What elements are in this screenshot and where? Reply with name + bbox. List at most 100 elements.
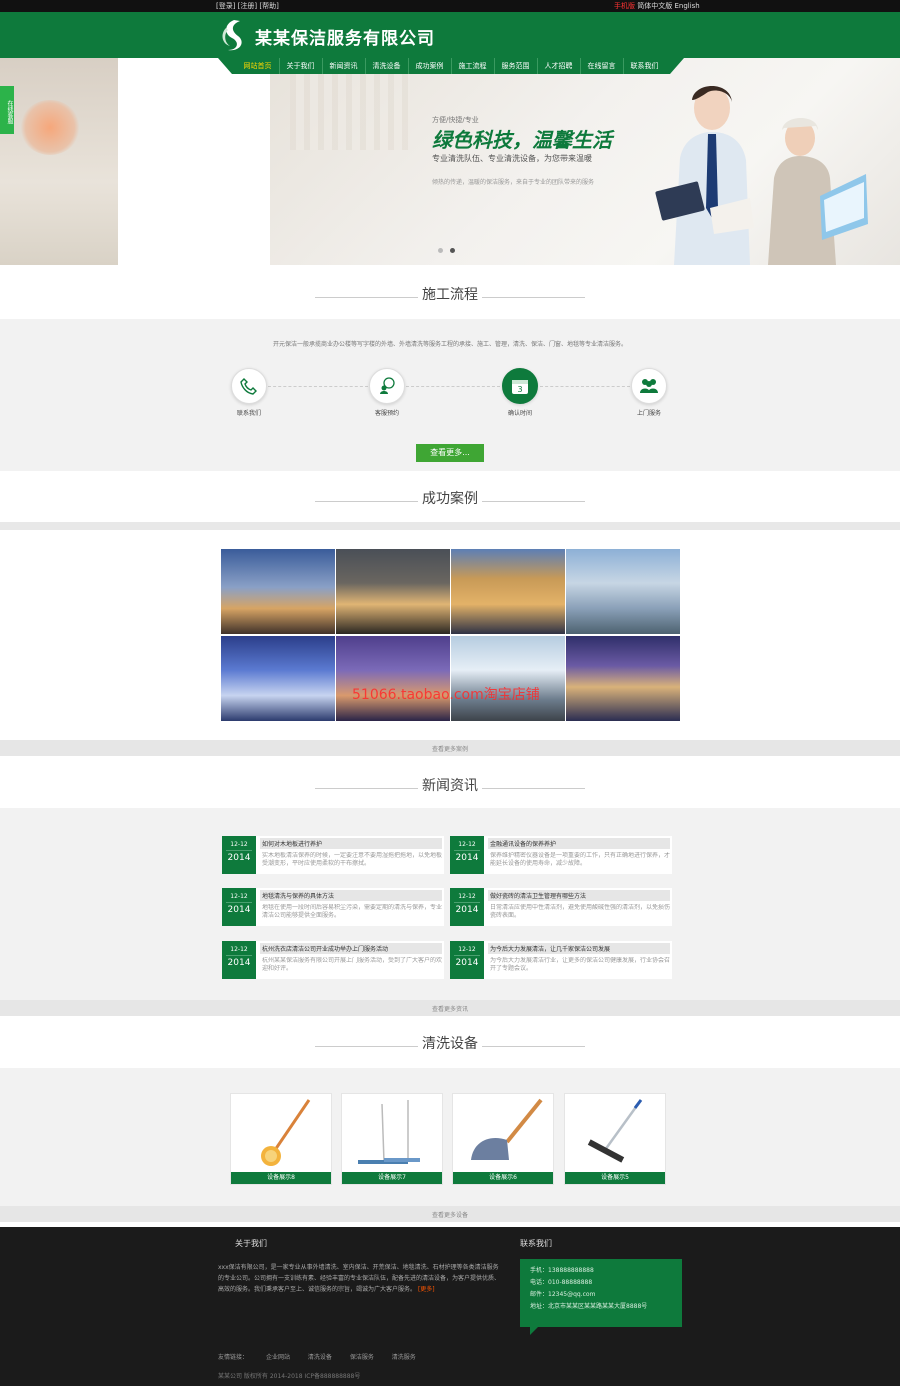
friend-link[interactable]: 企业网站 <box>266 1354 290 1361</box>
online-service-tab[interactable]: 在线客服 <box>0 86 14 134</box>
equipment-card[interactable]: 设备展示7 <box>341 1093 443 1185</box>
step-confirm-time[interactable]: 3 确认时间 <box>490 368 550 417</box>
friend-link[interactable]: 清洗设备 <box>308 1354 332 1361</box>
news-item[interactable]: 12-12 2014 如何对木地板进行养护实木地板清洁保养的时候，一定要注意不要用湿… <box>222 836 444 874</box>
step-label: 联系我们 <box>236 410 261 417</box>
equipment-caption: 设备展示6 <box>453 1172 553 1184</box>
section-band <box>0 522 900 530</box>
news-title[interactable]: 金融通讯设备的保养养护 <box>488 838 670 849</box>
more-news-link[interactable]: 查看更多资讯 <box>0 1004 900 1013</box>
news-date: 12-12 2014 <box>222 941 256 979</box>
case-image[interactable] <box>566 636 680 721</box>
news-title[interactable]: 杭州洗衣店清洁公司开业成功举办上门服务活动 <box>260 943 442 954</box>
news-title[interactable]: 地毯清洗与保养的具体方法 <box>260 890 442 901</box>
header <box>0 12 900 58</box>
nav-item[interactable]: 施工流程 <box>452 58 495 74</box>
news-summary: 实木地板清洁保养的时候，一定要注意不要用湿拖把拖地，以免地板受潮变形，平时应使用… <box>262 852 442 867</box>
step-connector <box>268 386 368 387</box>
nav-item[interactable]: 新闻资讯 <box>323 58 366 74</box>
case-image[interactable] <box>451 549 565 634</box>
step-label: 上门服务 <box>636 410 661 417</box>
section-title-equipment: 清洗设备 <box>418 1036 482 1052</box>
nav-item[interactable]: 联系我们 <box>624 58 666 74</box>
news-year: 2014 <box>455 853 479 863</box>
news-date: 12-12 2014 <box>222 888 256 926</box>
news-title[interactable]: 如何对木地板进行养护 <box>260 838 442 849</box>
banner-side-image <box>0 58 118 265</box>
top-bar: [登录] [注册] [帮助] 手机版 简体中文版 English <box>0 0 900 12</box>
toilet-brush-image <box>261 1099 311 1166</box>
case-image[interactable] <box>336 636 450 721</box>
nav-item[interactable]: 在线留言 <box>581 58 624 74</box>
friend-links: 友情链接： 企业网站 清洗设备 保洁服务 清洗服务 <box>218 1352 432 1361</box>
main-nav: 网站首页 关于我们 新闻资讯 清洗设备 成功案例 施工流程 服务范围 人才招聘 在线留言 联系我们 <box>218 58 684 74</box>
news-month-day: 12-12 <box>226 888 252 903</box>
friend-links-label: 友情链接： <box>218 1354 249 1361</box>
section-title-cases: 成功案例 <box>418 491 482 507</box>
case-image[interactable] <box>221 549 335 634</box>
news-date: 12-12 2014 <box>450 836 484 874</box>
watermark-text: 51066.taobao.com淘宝店铺 <box>352 687 540 703</box>
more-equipment-link[interactable]: 查看更多设备 <box>0 1210 900 1219</box>
case-image[interactable] <box>451 636 565 721</box>
case-image[interactable] <box>221 636 335 721</box>
company-name: 某某保洁服务有限公司 <box>255 29 435 49</box>
equipment-card[interactable]: 设备展示6 <box>452 1093 554 1185</box>
nav-item[interactable]: 网站首页 <box>237 58 280 74</box>
equipment-caption: 设备展示5 <box>565 1172 665 1184</box>
step-contact[interactable]: 联系我们 <box>219 368 279 417</box>
news-title[interactable]: 做好瓷砖的清洁卫生管理有哪些方法 <box>488 890 670 901</box>
equipment-card[interactable]: 设备展示5 <box>564 1093 666 1185</box>
equipment-card[interactable]: 设备展示8 <box>230 1093 332 1185</box>
step-booking[interactable]: 客服预约 <box>357 368 417 417</box>
footer-about-heading: 关于我们 <box>235 1239 267 1248</box>
news-month-day: 12-12 <box>454 941 480 956</box>
bookshelf-image <box>290 70 410 150</box>
language-switch[interactable]: 简体中文版 English <box>637 2 700 10</box>
news-summary: 杭州某某保洁服务有限公司开展上门服务活动，受到了广大客户的欢迎和好评。 <box>262 957 442 972</box>
news-year: 2014 <box>227 853 251 863</box>
friend-link[interactable]: 保洁服务 <box>350 1354 374 1361</box>
banner-title: 绿色科技，温馨生活 <box>432 128 612 152</box>
contact-mobile: 手机：138888888888 <box>530 1267 594 1274</box>
banner-subtitle: 专业清洗队伍、专业清洗设备，为您带来温暖 <box>432 154 592 163</box>
news-item[interactable]: 12-12 2014 做好瓷砖的清洁卫生管理有哪些方法 日常清洁应使用中性清洁剂，避免… <box>450 888 672 926</box>
news-year: 2014 <box>455 905 479 915</box>
friend-link[interactable]: 清洗服务 <box>392 1354 416 1361</box>
logo-icon[interactable] <box>218 18 250 52</box>
view-more-button[interactable]: 查看更多... <box>416 444 484 462</box>
slide-dot-2[interactable] <box>450 248 455 253</box>
news-year: 2014 <box>455 958 479 968</box>
footer-about-text: xxx保洁有限公司，是一家专业从事外墙清洗、室内保洁、开荒保洁、地毯清洗、石材护… <box>218 1262 500 1295</box>
case-image[interactable] <box>336 549 450 634</box>
step-label: 客服预约 <box>374 410 399 417</box>
account-links[interactable]: [登录] [注册] [帮助] <box>216 1 279 11</box>
about-text: xxx保洁有限公司，是一家专业从事外墙清洗、室内保洁、开荒保洁、地毯清洗、石材护… <box>218 1264 501 1293</box>
more-cases-link[interactable]: 查看更多案例 <box>0 744 900 753</box>
contact-email[interactable]: 邮件：12345@qq.com <box>530 1289 672 1301</box>
banner-description: 倾热的传递，温暖的保洁服务，来自于专业的团队带来的服务 <box>432 179 595 186</box>
step-on-site[interactable]: 上门服务 <box>619 368 679 417</box>
news-title[interactable]: 为今后大力发展清洁，让几千家保洁公司发展 <box>488 943 670 954</box>
section-title-news: 新闻资讯 <box>418 778 482 794</box>
nav-item[interactable]: 服务范围 <box>495 58 538 74</box>
news-item[interactable]: 12-12 2014 地毯清洗与保养的具体方法 地毯在使用一段时间后容易积尘污染，需要… <box>222 888 444 926</box>
news-summary: 保养维护精密仪器设备是一项重要的工作，只有正确地进行保养，才能延长设备的使用寿命… <box>490 852 670 867</box>
nav-item[interactable]: 成功案例 <box>409 58 452 74</box>
language-links[interactable]: 手机版 简体中文版 English <box>614 1 700 11</box>
case-image[interactable] <box>566 549 680 634</box>
about-more-link[interactable]: [更多] <box>418 1286 435 1293</box>
nav-item[interactable]: 关于我们 <box>280 58 323 74</box>
news-item[interactable]: 12-12 2014 金融通讯设备的保养养护保养维护精密仪器设备是一项重要的工作，只… <box>450 836 672 874</box>
step-label: 确认时间 <box>507 410 532 417</box>
news-year: 2014 <box>227 958 251 968</box>
news-item[interactable]: 12-12 2014 为今后大力发展清洁，让几千家保洁公司发展 为今后大力发展清洁行业… <box>450 941 672 979</box>
contact-phone: 电话：010-88888888 <box>530 1279 593 1286</box>
nav-item[interactable]: 清洗设备 <box>366 58 409 74</box>
news-month-day: 12-12 <box>226 836 252 851</box>
nav-item[interactable]: 人才招聘 <box>538 58 581 74</box>
receptionist-image <box>655 86 754 265</box>
mobile-link[interactable]: 手机版 <box>614 2 635 10</box>
news-item[interactable]: 12-12 2014 杭州洗衣店清洁公司开业成功举办上门服务活动杭州某某保洁服务有限… <box>222 941 444 979</box>
slide-dot-1[interactable] <box>438 248 443 253</box>
